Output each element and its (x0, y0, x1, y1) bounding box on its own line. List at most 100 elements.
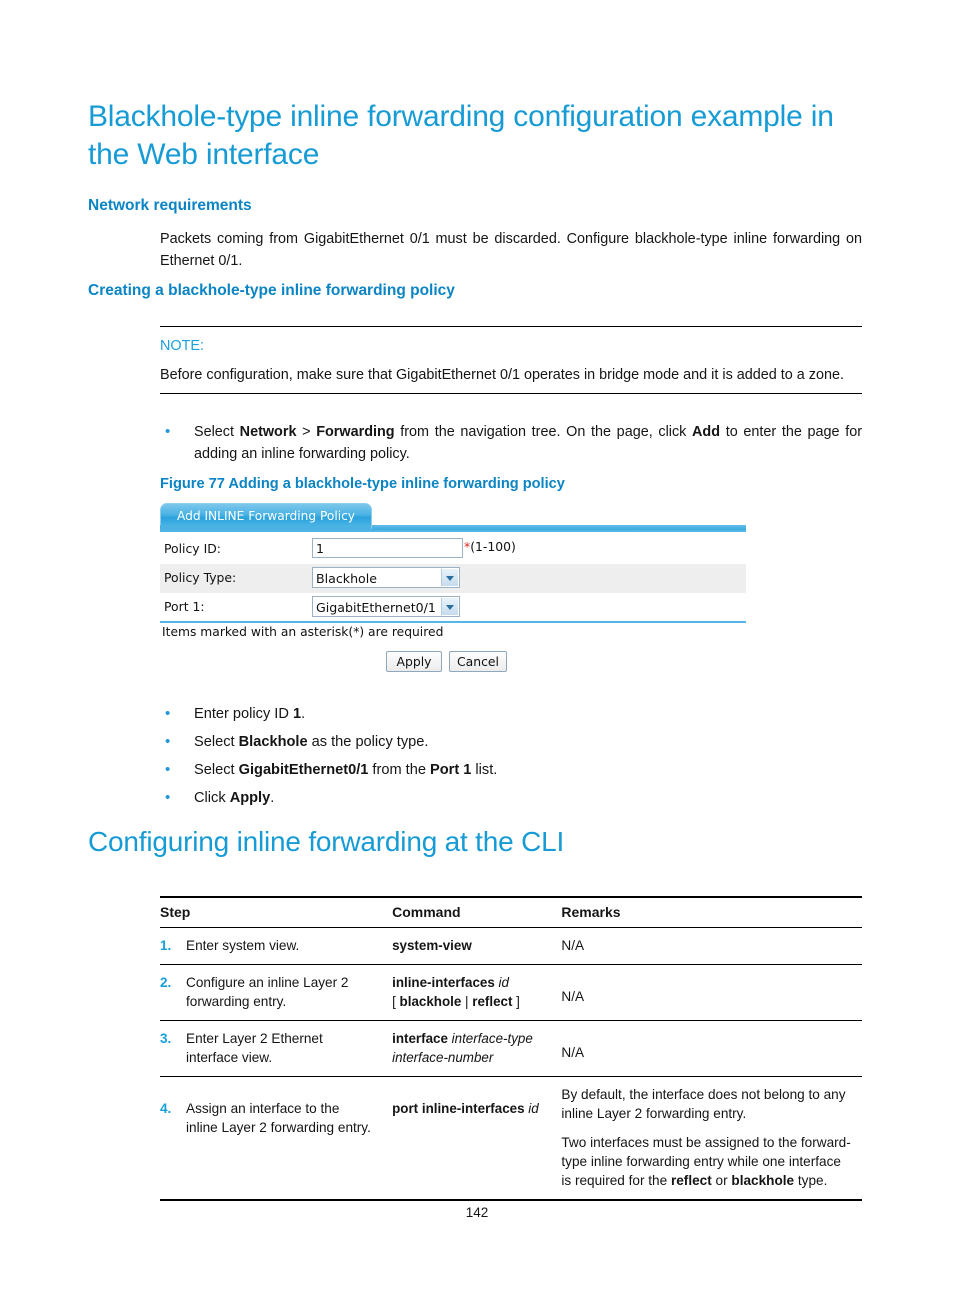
form-row-port-1: Port 1: GigabitEthernet0/1 (160, 593, 746, 622)
step-prefix: Select (194, 762, 239, 778)
column-header-command: Command (392, 896, 562, 928)
step-bold2: Port 1 (430, 762, 472, 778)
step-bold: Blackhole (238, 734, 308, 750)
table-row: 1. Enter system view. system-view N/A (160, 927, 862, 965)
figure-caption: Figure 77 Adding a blackhole-type inline… (160, 476, 565, 492)
select-policy-type[interactable]: Blackhole (312, 567, 460, 588)
select-port-1-value: GigabitEthernet0/1 (316, 600, 436, 615)
list-item: Click Apply. (160, 784, 862, 812)
step-description: Assign an interface to the inline Layer … (186, 1101, 371, 1135)
form-row-policy-id: Policy ID: 1 *(1-100) (160, 535, 746, 564)
step-prefix: Select (194, 734, 239, 750)
paragraph-network-requirements: Packets coming from GigabitEthernet 0/1 … (160, 231, 862, 269)
step-bold: GigabitEthernet0/1 (238, 762, 369, 778)
required-fields-note: Items marked with an asterisk(*) are req… (162, 625, 444, 639)
table-body: 1. Enter system view. system-view N/A 2. C… (160, 927, 862, 1201)
apply-button[interactable]: Apply (386, 651, 442, 672)
chevron-down-icon[interactable] (441, 569, 458, 586)
step-suffix: . (270, 790, 275, 806)
select-policy-type-value: Blackhole (316, 571, 378, 586)
cell-remarks: N/A (561, 1020, 862, 1077)
select-port-1[interactable]: GigabitEthernet0/1 (312, 596, 460, 617)
page-number: 142 (465, 1205, 489, 1220)
list-item-text: Click Apply. (194, 784, 274, 812)
step-description: Enter system view. (186, 938, 300, 953)
list-item-navigation: Select Network > Forwarding from the nav… (160, 421, 862, 465)
step-bold: 1 (292, 706, 302, 722)
step-number: 1. (160, 938, 172, 953)
nav-bold-forwarding: Forwarding (316, 424, 395, 440)
cancel-button[interactable]: Cancel (449, 651, 507, 672)
step-description: Enter Layer 2 Ethernet interface view. (186, 1031, 323, 1065)
nav-middle: from the navigation tree. On the page, c… (394, 424, 693, 440)
list-item: Select Blackhole as the policy type. (160, 728, 862, 756)
section-heading-network-requirements: Network requirements (88, 197, 252, 214)
step-number: 2. (160, 975, 172, 990)
figure-rule-top (160, 530, 746, 532)
note-box: NOTE: Before configuration, make sure th… (160, 326, 862, 394)
step-mid: from the (368, 762, 431, 778)
cell-command: interface interface-type interface-numbe… (392, 1020, 562, 1077)
figure-button-group: Apply Cancel (386, 651, 507, 672)
nav-prefix: Select (194, 424, 240, 440)
table-row: 2. Configure an inline Layer 2 forwarding… (160, 964, 862, 1021)
cell-command: system-view (392, 927, 562, 965)
figure-rule-bottom (160, 621, 746, 623)
cell-command: inline-interfaces id[ blackhole | reflec… (392, 964, 562, 1021)
page-title: Blackhole-type inline forwarding configu… (88, 100, 834, 171)
figure-add-inline-forwarding-policy: Add INLINE Forwarding Policy Policy ID: … (160, 503, 746, 688)
list-item-text: Select GigabitEthernet0/1 from the Port … (194, 756, 497, 784)
table-row: 3. Enter Layer 2 Ethernet interface view.… (160, 1020, 862, 1077)
cell-step: 2. Configure an inline Layer 2 forwarding… (160, 964, 393, 1021)
bullet-icon (160, 784, 194, 812)
step-bold: Apply (229, 790, 271, 806)
list-item-text: Select Blackhole as the policy type. (194, 728, 428, 756)
nav-bold-network: Network (239, 424, 297, 440)
step-suffix: as the policy type. (307, 734, 429, 750)
step-number: 4. (160, 1101, 172, 1116)
tab-label: Add INLINE Forwarding Policy (176, 509, 356, 523)
bullet-icon (160, 756, 194, 784)
cell-remarks: By default, the interface does not belon… (561, 1076, 862, 1201)
cell-command: port inline-interfaces id (392, 1076, 562, 1201)
label-port-1: Port 1: (164, 599, 205, 614)
list-item: Enter policy ID 1. (160, 700, 862, 728)
configuration-steps-list: Enter policy ID 1. Select Blackhole as t… (160, 700, 862, 812)
list-item-text: Select Network > Forwarding from the nav… (194, 421, 862, 465)
table-header-row: Step Command Remarks (160, 896, 862, 928)
note-label: NOTE: (160, 338, 204, 354)
chevron-down-icon[interactable] (441, 598, 458, 615)
section-heading-creating-policy: Creating a blackhole-type inline forward… (88, 282, 455, 299)
list-item: Select GigabitEthernet0/1 from the Port … (160, 756, 862, 784)
section-heading-cli: Configuring inline forwarding at the CLI (88, 826, 565, 857)
step-suffix2: list. (471, 762, 498, 778)
step-suffix: . (301, 706, 306, 722)
document-page: Blackhole-type inline forwarding configu… (0, 0, 954, 1296)
nav-separator: > (296, 424, 317, 440)
bullet-icon (160, 728, 194, 756)
label-policy-id: Policy ID: (164, 541, 221, 556)
table-row: 4. Assign an interface to the inline Laye… (160, 1076, 862, 1201)
cell-step: 4. Assign an interface to the inline Laye… (160, 1076, 393, 1201)
label-policy-type: Policy Type: (164, 570, 237, 585)
cell-step: 1. Enter system view. (160, 927, 393, 965)
step-prefix: Enter policy ID (194, 706, 293, 722)
cell-step: 3. Enter Layer 2 Ethernet interface view. (160, 1020, 393, 1077)
form-row-policy-type: Policy Type: Blackhole (160, 564, 746, 593)
input-policy-id[interactable]: 1 (312, 538, 463, 558)
policy-id-hint: *(1-100) (464, 539, 516, 554)
column-header-remarks: Remarks (561, 896, 862, 928)
list-item-text: Enter policy ID 1. (194, 700, 305, 728)
bullet-icon (160, 421, 194, 465)
bullet-icon (160, 700, 194, 728)
column-header-step: Step (160, 896, 393, 928)
step-prefix: Click (194, 790, 230, 806)
cli-configuration-table: Step Command Remarks 1. Enter system view… (160, 896, 862, 1201)
policy-id-range: (1-100) (470, 539, 516, 554)
note-text: Before configuration, make sure that Gig… (160, 367, 844, 383)
cell-remarks: N/A (561, 927, 862, 965)
cell-remarks: N/A (561, 964, 862, 1021)
nav-bold-add: Add (692, 424, 721, 440)
step-description: Configure an inline Layer 2 forwarding e… (186, 975, 349, 1009)
step-number: 3. (160, 1031, 172, 1046)
